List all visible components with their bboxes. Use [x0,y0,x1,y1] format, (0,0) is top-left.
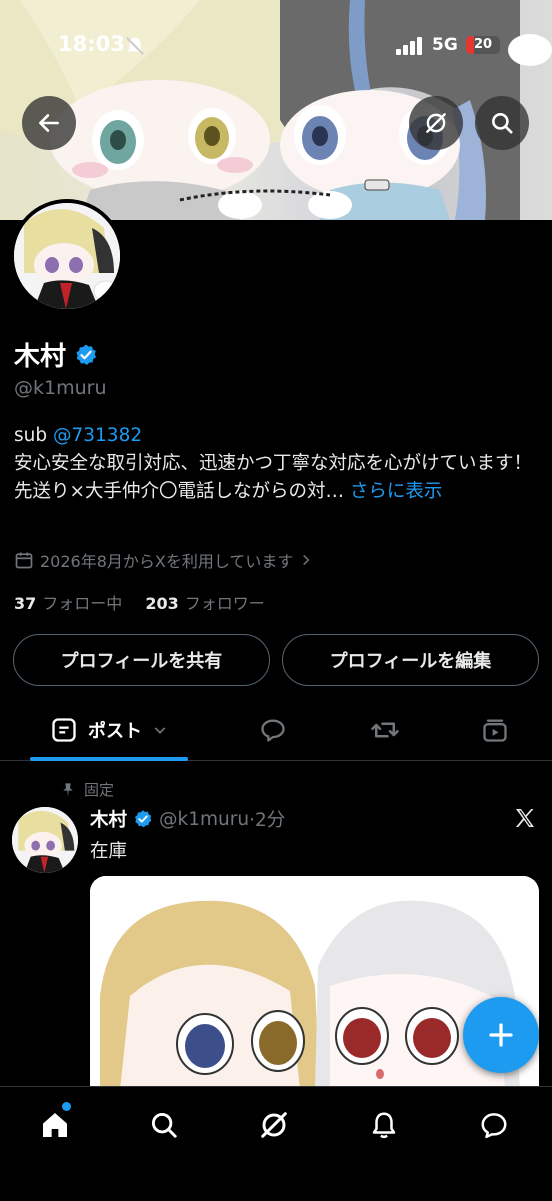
nav-search[interactable] [142,1103,186,1147]
profile-avatar[interactable] [10,199,124,313]
nav-home[interactable] [33,1102,77,1147]
profile-tabs: ポスト [0,700,552,761]
bio-line-sub: sub @731382 [14,422,534,450]
chevron-down-icon [154,727,166,734]
status-time: 18:03 [58,32,125,56]
tab-posts-label: ポスト [88,721,142,742]
arrow-left-icon [39,114,59,132]
followers-label: フォロワー [184,594,265,613]
message-bubble-icon [481,1113,507,1139]
nav-notifications[interactable] [362,1103,406,1147]
post-header: 木村 @k1muru ·2分 [90,806,285,832]
post-time: ·2分 [249,810,286,831]
nav-messages[interactable] [472,1103,516,1147]
post-author-avatar[interactable] [12,807,78,873]
verified-badge-icon[interactable] [74,343,98,367]
active-tab-indicator [30,757,188,761]
tab-replies[interactable] [248,700,298,760]
joined-date[interactable]: 2026年8月からXを利用しています [14,548,313,572]
chevron-right-icon [303,554,310,566]
calendar-icon [15,552,33,569]
bio-prefix: sub [14,425,53,446]
tab-posts[interactable]: ポスト [30,700,188,761]
x-logo-icon[interactable] [513,806,537,830]
post-text: 在庫 [90,841,128,862]
following-label: フォロー中 [42,594,123,613]
pinned-indicator: 固定 [60,779,114,800]
bio-line2-wrap: 先送り×大手仲介〇電話しながらの対… さらに表示 [14,478,534,506]
bell-icon [372,1112,396,1139]
status-bar: 18:03 5G 20 [0,0,552,90]
notification-dot [62,1102,71,1111]
silent-bell-icon [125,36,145,56]
post-author-handle: @k1muru [159,808,250,830]
share-profile-button[interactable]: プロフィールを共有 [13,634,270,686]
profile-name: 木村 [14,336,98,373]
tab-media[interactable] [470,700,520,760]
bio-line1: 安心安全な取引対応、迅速かつ丁寧な対応を心がけています！ [14,453,533,474]
post-author-name[interactable]: 木村 [90,806,127,832]
pin-icon [63,782,73,797]
search-button[interactable] [475,96,529,150]
grok-icon [426,113,446,133]
search-icon [492,113,513,134]
profile-handle: @k1muru [14,377,107,399]
grok-icon [261,1112,287,1138]
plus-icon [489,1023,513,1047]
battery-indicator: 20 [466,36,500,54]
reply-icon [261,719,285,742]
repost-icon [371,722,399,738]
followers-link[interactable]: 203 フォロワー [145,594,264,613]
compose-post-button[interactable] [463,997,539,1073]
bio-mention-link[interactable]: @731382 [53,425,142,446]
show-more-link[interactable]: さらに表示 [344,481,443,502]
battery-level: 20 [473,37,493,52]
home-icon [43,1113,67,1137]
bio-line2: 先送り×大手仲介〇電話しながらの対… [14,481,345,502]
posts-icon [52,718,76,742]
verified-badge-icon [135,810,152,828]
profile-bio: sub @731382 安心安全な取引対応、迅速かつ丁寧な対応を心がけています！… [14,422,534,506]
search-icon [151,1112,177,1138]
bottom-navigation [0,1086,552,1201]
following-link[interactable]: 37 フォロー中 [14,594,122,613]
back-button[interactable] [22,96,76,150]
avatar-illustration [14,203,120,309]
post-avatar-illustration [12,807,78,873]
cell-signal-icon [396,37,422,55]
nav-grok[interactable] [252,1103,296,1147]
following-count: 37 [14,594,37,613]
display-name: 木村 [14,342,67,372]
pinned-label: 固定 [84,781,115,799]
grok-button[interactable] [409,96,463,150]
edit-profile-button[interactable]: プロフィールを編集 [282,634,539,686]
media-icon [483,719,507,742]
follow-stats: 37 フォロー中 203 フォロワー [14,590,265,614]
tab-reposts[interactable] [360,700,410,760]
followers-count: 203 [145,594,179,613]
network-type: 5G [432,35,458,55]
joined-text: 2026年8月からXを利用しています [40,552,294,571]
